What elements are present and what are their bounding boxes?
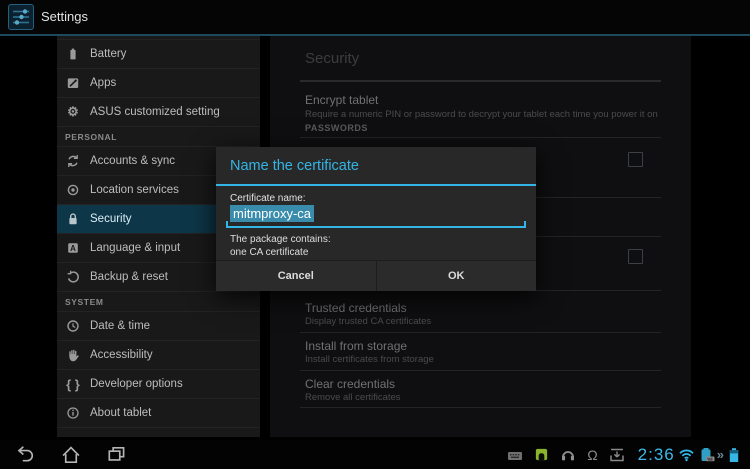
system-bar: Ω 2:36 » xyxy=(0,440,750,469)
selected-text: mitmproxy-ca xyxy=(230,205,314,222)
location-icon xyxy=(65,182,81,198)
checkbox[interactable] xyxy=(628,249,643,264)
apps-icon xyxy=(65,75,81,91)
sidebar-item-label: Language & input xyxy=(90,242,180,254)
dialog-title-divider xyxy=(216,184,536,186)
clear-credentials-item[interactable]: Clear credentials xyxy=(305,377,395,391)
name-certificate-dialog: Name the certificate Certificate name: m… xyxy=(216,147,536,291)
hand-icon xyxy=(65,347,81,363)
sidebar-item-label: Apps xyxy=(90,77,116,89)
action-bar: Settings xyxy=(0,0,750,34)
row-divider xyxy=(300,370,661,371)
sidebar-item-label: Location services xyxy=(90,184,179,196)
home-button[interactable] xyxy=(60,444,82,466)
sidebar-item-label: ASUS customized setting xyxy=(90,106,220,118)
sidebar-item-label: Date & time xyxy=(90,320,150,332)
certificate-name-input[interactable]: mitmproxy-ca xyxy=(230,206,522,224)
sync-icon xyxy=(65,153,81,169)
svg-text:A: A xyxy=(70,244,76,253)
download-icon xyxy=(609,447,625,463)
checkbox[interactable] xyxy=(628,152,643,167)
passwords-section-header: PASSWORDS xyxy=(305,123,368,133)
install-from-storage-desc: Install certificates from storage xyxy=(305,354,434,365)
sidebar-item-apps[interactable]: Apps xyxy=(57,69,260,98)
certificate-name-label: Certificate name: xyxy=(230,193,306,204)
headset-icon: Ω xyxy=(587,447,597,463)
dialog-button-bar: Cancel OK xyxy=(216,260,536,291)
sidebar-item-battery[interactable]: Battery xyxy=(57,40,260,69)
clock-time: 2:36 xyxy=(638,445,675,465)
encrypt-tablet-item[interactable]: Encrypt tablet xyxy=(305,93,378,107)
headphones-icon xyxy=(560,447,576,463)
battery-icon xyxy=(727,447,741,463)
chevrons-icon: » xyxy=(717,447,724,462)
row-divider xyxy=(300,332,661,333)
trusted-credentials-desc: Display trusted CA certificates xyxy=(305,316,431,327)
sidebar-item-asus-customized-setting[interactable]: ⚙ ASUS customized setting xyxy=(57,98,260,127)
usb-debugging-icon xyxy=(534,447,549,462)
pane-title: Security xyxy=(305,50,359,67)
page-title: Settings xyxy=(41,0,88,34)
install-from-storage-item[interactable]: Install from storage xyxy=(305,339,407,353)
sidebar-section-personal: PERSONAL xyxy=(57,127,260,147)
keyboard-icon xyxy=(507,447,523,463)
sidebar-section-system: SYSTEM xyxy=(57,292,260,312)
section-divider xyxy=(300,137,661,138)
ok-button[interactable]: OK xyxy=(376,261,537,291)
sidebar-item-label: About tablet xyxy=(90,407,151,419)
sidebar-item-accessibility[interactable]: Accessibility xyxy=(57,341,260,370)
sidebar-item-developer-options[interactable]: { } Developer options xyxy=(57,370,260,399)
sidebar-item-label: Accounts & sync xyxy=(90,155,175,167)
sidebar-item-label: Developer options xyxy=(90,378,183,390)
package-contains-text: The package contains: one CA certificate xyxy=(230,233,331,259)
sidebar-item-label: Backup & reset xyxy=(90,271,168,283)
language-icon: A xyxy=(65,240,81,256)
status-tray[interactable]: Ω 2:36 » xyxy=(496,440,741,469)
back-button[interactable] xyxy=(14,444,36,466)
input-underline xyxy=(226,226,526,228)
lock-icon xyxy=(65,211,81,227)
settings-app-icon[interactable] xyxy=(8,4,34,30)
sidebar-item-label: Battery xyxy=(90,48,126,60)
battery-icon xyxy=(65,46,81,62)
clear-credentials-desc: Remove all certificates xyxy=(305,392,401,403)
wifi-icon xyxy=(678,447,695,462)
sidebar-item-label: Security xyxy=(90,213,132,225)
gear-icon: ⚙ xyxy=(65,104,81,120)
android-settings-screen: Settings Battery Apps ⚙ ASUS customized … xyxy=(0,0,750,469)
row-divider xyxy=(300,407,661,408)
sidebar-item-label: Accessibility xyxy=(90,349,153,361)
dialog-title: Name the certificate xyxy=(216,147,536,184)
info-icon xyxy=(65,405,81,421)
sidebar-item-about-tablet[interactable]: About tablet xyxy=(57,399,260,428)
encrypt-tablet-desc: Require a numeric PIN or password to dec… xyxy=(305,109,658,120)
clock-icon xyxy=(65,318,81,334)
trusted-credentials-item[interactable]: Trusted credentials xyxy=(305,301,407,315)
title-divider xyxy=(300,80,661,82)
cancel-button[interactable]: Cancel xyxy=(216,261,376,291)
sidebar-item-date-time[interactable]: Date & time xyxy=(57,312,260,341)
braces-icon: { } xyxy=(65,376,81,392)
reset-icon xyxy=(65,269,81,285)
dock-battery-icon xyxy=(698,447,715,463)
recent-apps-button[interactable] xyxy=(106,444,128,466)
